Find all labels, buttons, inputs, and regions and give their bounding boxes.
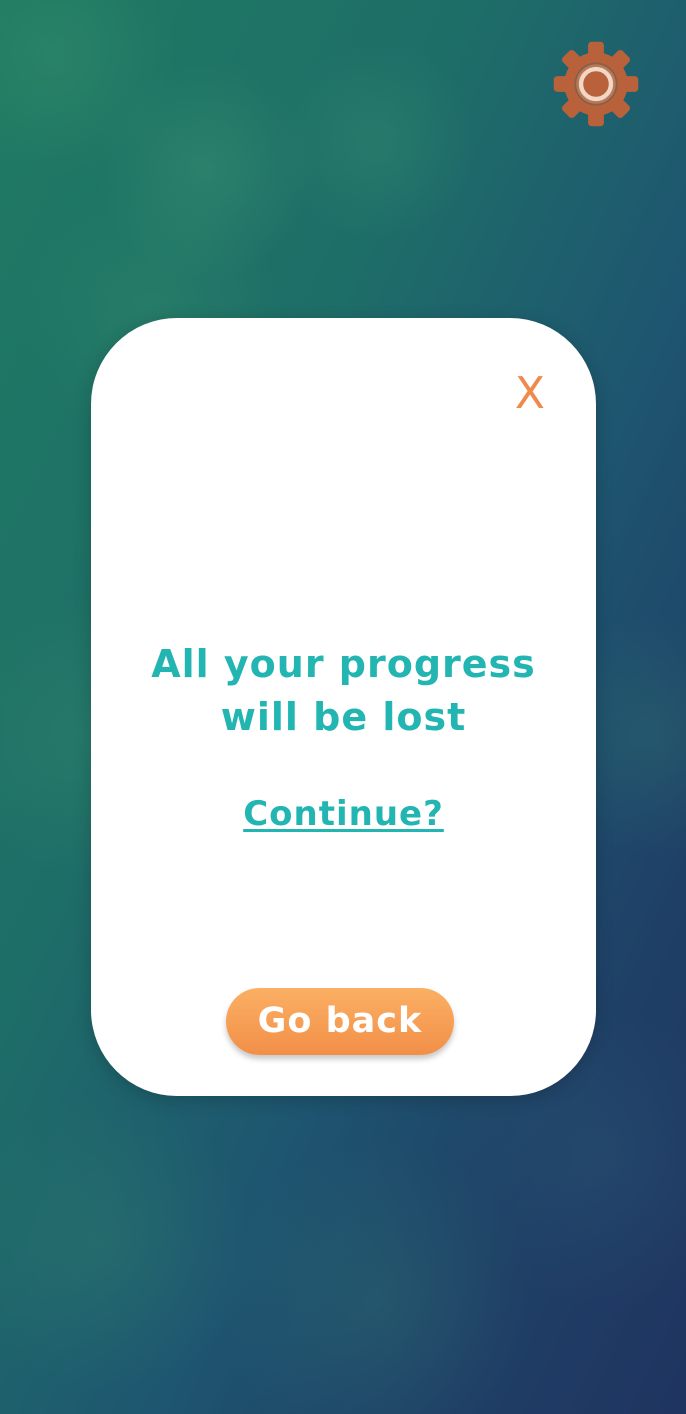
warning-message-line-1: All your progress [151,642,536,686]
close-button[interactable]: X [503,364,557,424]
settings-button[interactable] [552,40,640,128]
continue-link[interactable]: Continue? [91,790,596,838]
confirm-dialog: X All your progress will be lost Continu… [91,318,596,1096]
go-back-button[interactable]: Go back [226,988,454,1055]
gear-icon [553,41,639,127]
continue-link-label: Continue? [243,794,444,834]
warning-message-line-2: will be lost [220,695,467,739]
warning-message: All your progress will be lost [91,638,596,744]
